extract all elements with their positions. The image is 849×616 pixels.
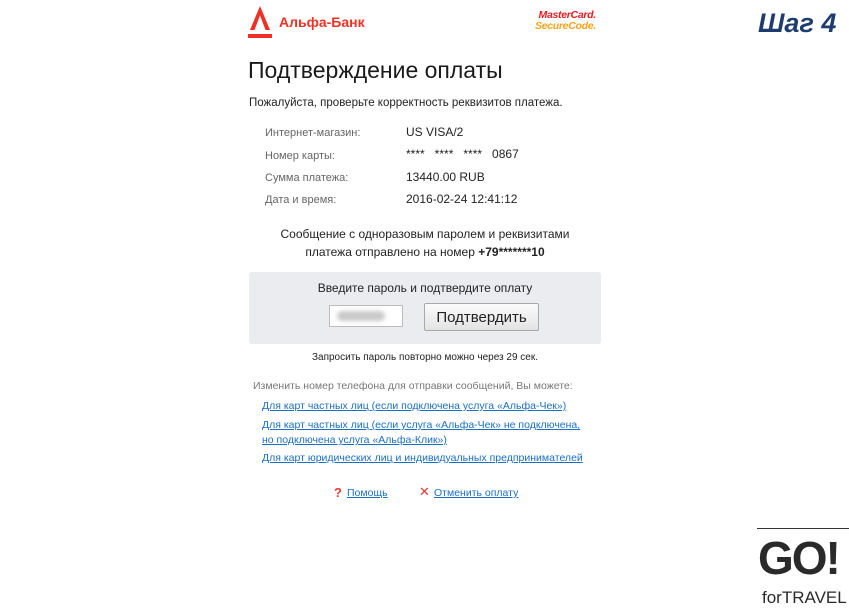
link-private-no-alfa-check-line1[interactable]: Для карт частных лиц (если услуга «Альфа… [262,419,580,431]
sms-notice: Сообщение с одноразовым паролем и реквиз… [249,225,601,261]
detail-value-amount: 13440.00 RUB [406,170,485,184]
detail-label-card: Номер карты: [265,150,335,162]
resend-info: Запросить пароль повторно можно через 29… [311,352,539,363]
detail-label-datetime: Дата и время: [265,194,337,206]
sms-notice-line2: платежа отправлено на номер +79*******10 [249,243,601,261]
otp-prompt: Введите пароль и подтвердите оплату [317,281,533,295]
gofortravel-logo: GO! forTRAVEL [752,518,849,616]
detail-label-amount: Сумма платежа: [265,172,349,184]
link-private-no-alfa-check-line2[interactable]: но подключена услуга «Альфа-Клик») [262,434,447,446]
detail-value-shop: US VISA/2 [406,125,464,139]
masked-phone: +79*******10 [478,245,545,259]
logo-sub-text: forTRAVEL [762,588,847,607]
bank-name: Альфа-Банк [279,14,365,30]
page-title: Подтверждение оплаты [248,57,503,83]
detail-label-shop: Интернет-магазин: [265,127,361,139]
otp-panel: Введите пароль и подтвердите оплату Подт… [249,272,601,344]
confirm-button[interactable]: Подтвердить [424,303,539,331]
change-phone-intro: Изменить номер телефона для отправки соо… [253,380,573,392]
sms-notice-prefix: платежа отправлено на номер [305,245,479,259]
otp-password-input[interactable] [329,305,403,327]
alfa-bank-logo-icon [248,6,272,38]
link-private-alfa-check[interactable]: Для карт частных лиц (если подключена ус… [262,400,566,412]
logo-go-text: GO! [758,532,841,584]
detail-value-card: **** **** **** 0867 [406,147,519,161]
mastercard-line2: SecureCode. [535,20,596,32]
logo-plane-line [757,528,849,529]
step-label: Шаг 4 [758,8,837,38]
page-subtitle: Пожалуйста, проверьте корректность рекви… [249,97,563,109]
cancel-payment-link[interactable]: Отменить оплату [434,487,518,499]
help-icon: ? [334,485,342,500]
detail-value-datetime: 2016-02-24 12:41:12 [406,192,518,206]
mastercard-securecode-logo: MasterCard. SecureCode. [535,10,596,32]
cancel-icon: ✕ [419,484,430,499]
sms-notice-line1: Сообщение с одноразовым паролем и реквиз… [280,227,570,241]
link-legal-entities[interactable]: Для карт юридических лиц и индивидуальны… [262,452,583,464]
help-link[interactable]: Помощь [347,487,388,499]
